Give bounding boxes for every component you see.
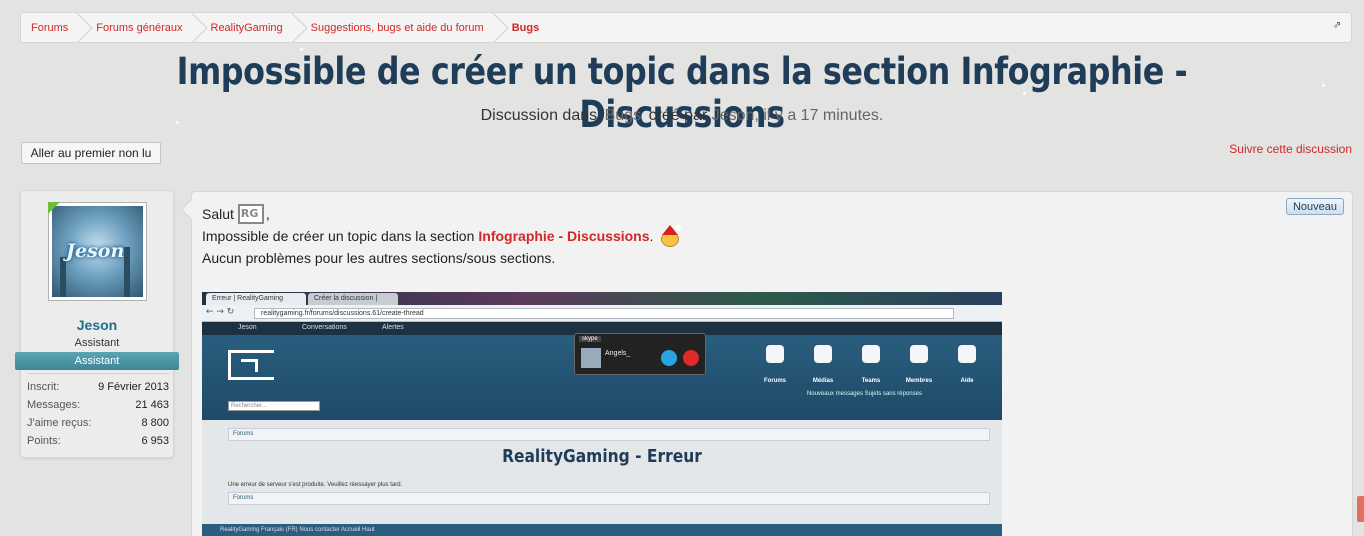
site-footer: RealityGaming Français (FR) Nous contact… [202, 524, 1002, 536]
browser-address-bar: ← → ↻ realitygaming.fr/forums/discussion… [202, 305, 1002, 322]
stat-row-points: Points: 6 953 [27, 432, 169, 450]
infographie-link[interactable]: Infographie - Discussions [478, 226, 649, 246]
greeting-text: Salut [202, 206, 234, 222]
breadcrumb: Forums Forums généraux RealityGaming Sug… [20, 12, 1352, 43]
desc-author-link[interactable]: Jeson [712, 107, 755, 124]
greeting-suffix: , [265, 206, 270, 222]
teams-icon [862, 345, 880, 363]
footer-links: RealityGaming Français (FR) Nous contact… [220, 527, 375, 533]
stat-value[interactable]: 6 953 [141, 435, 169, 447]
stat-label: Inscrit: [27, 381, 60, 393]
topbar-user: Jeson [238, 324, 257, 331]
desc-mid: ' créé par [641, 107, 712, 124]
stat-value: 9 Février 2013 [98, 381, 169, 393]
stat-row-messages: Messages: 21 463 [27, 396, 169, 414]
message-post: Nouveau Salut , Impossible de créer un t… [191, 191, 1353, 536]
browser-tab: Créer la discussion | Rea [308, 293, 398, 314]
skype-caller-name: Angels_ [605, 350, 631, 357]
user-title: Assistant [74, 337, 120, 349]
help-icon [958, 345, 976, 363]
rg-smiley-icon [237, 204, 264, 224]
topbar-alerts: Alertes [382, 324, 404, 331]
stat-label: Points: [27, 435, 61, 447]
url-field: realitygaming.fr/forums/discussions.61/c… [254, 308, 954, 319]
error-message: Une erreur de serveur s'est produite. Ve… [228, 482, 403, 488]
stat-label: Messages: [27, 399, 81, 411]
medias-icon [814, 345, 832, 363]
site-breadcrumb: Forums [228, 428, 990, 441]
error-title: RealityGaming - Erreur [502, 446, 702, 467]
user-banner: Assistant [15, 352, 179, 370]
user-stats: Inscrit: 9 Février 2013 Messages: 21 463 J… [27, 373, 169, 450]
new-badge: Nouveau [1285, 198, 1344, 215]
nav-medias: Médias [806, 345, 840, 386]
avatar[interactable]: Jeson [48, 202, 147, 301]
site-body: Forums RealityGaming - Erreur Une erreur… [202, 420, 1002, 524]
stat-label: J'aime reçus: [27, 417, 92, 429]
skype-popup: skype Angels_ [574, 333, 706, 375]
line2-text: Impossible de créer un topic dans la sec… [202, 228, 475, 244]
message-line: Salut , [202, 203, 681, 225]
external-link-icon[interactable]: ⇗ [1333, 21, 1343, 31]
avatar-tree [60, 257, 66, 297]
username[interactable]: Jeson [21, 317, 173, 333]
santa-smiley-icon [659, 225, 682, 247]
skype-hangup-icon [683, 350, 699, 366]
nav-forums: Forums [758, 345, 792, 386]
desc-time: , il y a 17 minutes. [754, 107, 884, 124]
members-icon [910, 345, 928, 363]
browser-tab: Erreur | RealityGaming [206, 293, 306, 305]
nav-members: Membres [902, 345, 936, 386]
message-body: Salut , Impossible de créer un topic dan… [202, 203, 682, 269]
stat-value: 8 800 [141, 417, 169, 429]
line2-suffix: . [649, 228, 654, 244]
breadcrumb-item-bugs[interactable]: Bugs [502, 13, 554, 42]
site-search: Rechercher... [228, 401, 320, 411]
breadcrumb-item-forums[interactable]: Forums [21, 13, 82, 42]
stat-row-joined: Inscrit: 9 Février 2013 [27, 378, 169, 396]
site-breadcrumb: Forums [228, 492, 990, 505]
first-unread-button[interactable]: Aller au premier non lu [21, 142, 161, 164]
rg-logo-icon [228, 350, 274, 380]
message-line: Impossible de créer un topic dans la sec… [202, 225, 682, 247]
site-subnav: Nouveaux messages Sujets sans réponses [806, 391, 922, 397]
desc-forum-link[interactable]: Bugs [605, 107, 641, 124]
browser-tabs: Erreur | RealityGaming Créer la discussi… [202, 292, 1002, 314]
attached-screenshot[interactable]: Erreur | RealityGaming Créer la discussi… [202, 292, 1002, 536]
side-tab[interactable] [1357, 496, 1364, 522]
breadcrumb-item-suggestions[interactable]: Suggestions, bugs et aide du forum [301, 13, 498, 42]
avatar-logo-text: Jeson [66, 240, 125, 262]
thread-description: Discussion dans 'Bugs' créé par Jeson, i… [0, 107, 1364, 125]
message-line: Aucun problèmes pour les autres sections… [202, 247, 681, 269]
skype-accept-icon [661, 350, 677, 366]
stat-row-likes: J'aime reçus: 8 800 [27, 414, 169, 432]
line3-text: Aucun problèmes pour les autres sections… [202, 250, 556, 266]
breadcrumb-item-realitygaming[interactable]: RealityGaming [201, 13, 297, 42]
online-status-icon [48, 202, 60, 214]
site-nav: Forums Médias Teams Membres Aide [758, 345, 984, 386]
desc-prefix: Discussion dans ' [480, 107, 605, 124]
avatar-image: Jeson [52, 206, 143, 297]
nav-arrows-icon: ← → ↻ [206, 307, 235, 317]
watch-thread-link[interactable]: Suivre cette discussion [1229, 142, 1352, 156]
nav-teams: Teams [854, 345, 888, 386]
breadcrumb-item-forums-generaux[interactable]: Forums généraux [86, 13, 196, 42]
skype-avatar [581, 348, 601, 368]
skype-header: skype [579, 336, 601, 342]
user-panel: Jeson Jeson Assistant Assistant Inscrit:… [15, 190, 179, 458]
topbar-conversations: Conversations [302, 324, 347, 331]
stat-value[interactable]: 21 463 [135, 399, 169, 411]
avatar-tree [124, 247, 130, 297]
nav-help: Aide [950, 345, 984, 386]
snowflake [1322, 84, 1325, 87]
forums-icon [766, 345, 784, 363]
